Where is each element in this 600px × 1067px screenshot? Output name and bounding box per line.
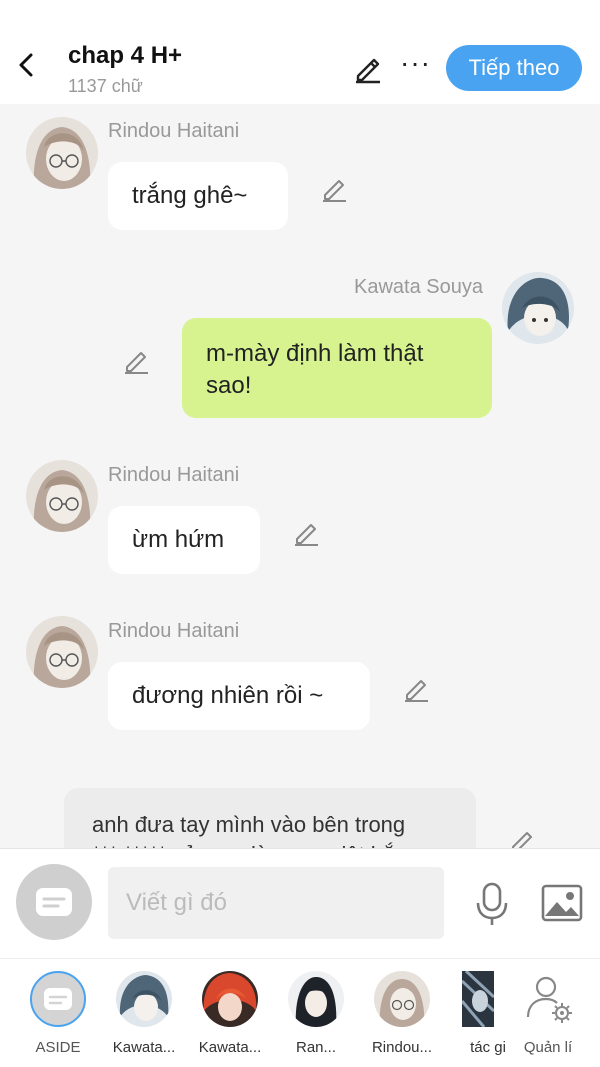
message-text-line: sao! xyxy=(206,372,252,399)
back-arrow-icon[interactable] xyxy=(14,50,40,80)
character-kawata-1[interactable]: Kawata... xyxy=(106,971,178,1061)
avatar-rindou[interactable] xyxy=(26,117,98,189)
sender-name: Rindou Haitani xyxy=(108,120,240,142)
chat-bubble-icon xyxy=(36,888,72,916)
composer-bar xyxy=(0,848,600,958)
message-text: trắng ghê~ xyxy=(132,182,248,209)
character-label: ASIDE xyxy=(35,1039,81,1056)
chat-area[interactable]: Rindou Haitani trắng ghê~ Kawata Souya m… xyxy=(0,104,600,848)
aside-narration-bubble[interactable]: anh đưa tay mình vào bên trong *** *****… xyxy=(64,788,476,848)
avatar xyxy=(374,971,430,1027)
edit-message-icon[interactable] xyxy=(292,518,322,548)
message-input[interactable] xyxy=(108,867,444,939)
character-label: Kawata... xyxy=(112,1039,176,1056)
top-bar: chap 4 H+ 1137 chữ ··· Tiếp theo xyxy=(0,0,600,104)
aside-avatar xyxy=(30,971,86,1027)
next-button[interactable]: Tiếp theo xyxy=(446,45,582,91)
avatar-rindou[interactable] xyxy=(26,616,98,688)
message-bubble[interactable]: ừm hứm xyxy=(108,506,260,574)
avatar xyxy=(116,971,172,1027)
character-label: Kawata... xyxy=(198,1039,262,1056)
chat-bubble-icon xyxy=(44,988,72,1010)
character-label: Rindou... xyxy=(371,1039,433,1056)
manage-characters-button[interactable]: Quản lí xyxy=(510,971,582,1061)
edit-message-icon[interactable] xyxy=(402,674,432,704)
message-text-line: m-mày định làm thật xyxy=(206,340,424,367)
aside-text-line: anh đưa tay mình vào bên trong xyxy=(92,812,406,837)
avatar-rindou[interactable] xyxy=(26,460,98,532)
message-bubble[interactable]: đương nhiên rồi ~ xyxy=(108,662,370,730)
word-count: 1137 chữ xyxy=(68,76,143,96)
edit-message-icon[interactable] xyxy=(508,826,538,848)
aside-text-line: *** ***** của em làm em giật bắn xyxy=(92,840,448,848)
avatar xyxy=(288,971,344,1027)
character-aside[interactable]: ASIDE xyxy=(20,971,92,1061)
aside-mode-button[interactable] xyxy=(16,864,92,940)
character-kawata-2[interactable]: Kawata... xyxy=(192,971,264,1061)
edit-pen-icon[interactable] xyxy=(352,52,384,84)
character-ran[interactable]: Ran... xyxy=(278,971,350,1061)
more-options-icon[interactable]: ··· xyxy=(400,49,430,82)
message-text: ừm hứm xyxy=(132,526,225,553)
character-bar: ASIDE Kawata... Kawata... Ran... Rindou.… xyxy=(0,958,600,1067)
my-message-bubble[interactable]: m-mày định làm thật sao! xyxy=(182,318,492,418)
avatar-kawata[interactable] xyxy=(502,272,574,344)
message-text: đương nhiên rồi ~ xyxy=(132,682,324,709)
message-bubble[interactable]: trắng ghê~ xyxy=(108,162,288,230)
chapter-title: chap 4 H+ xyxy=(68,42,183,69)
character-label: Quản lí xyxy=(523,1039,573,1056)
user-settings-icon xyxy=(520,971,576,1027)
sender-name: Rindou Haitani xyxy=(108,464,240,486)
character-label: Ran... xyxy=(295,1039,337,1056)
microphone-icon[interactable] xyxy=(472,881,512,927)
image-icon[interactable] xyxy=(540,883,584,923)
edit-message-icon[interactable] xyxy=(122,346,152,376)
sender-name: Kawata Souya xyxy=(354,276,483,298)
character-rindou[interactable]: Rindou... xyxy=(364,971,436,1061)
sender-name: Rindou Haitani xyxy=(108,620,240,642)
avatar xyxy=(462,971,494,1027)
edit-message-icon[interactable] xyxy=(320,174,350,204)
avatar xyxy=(202,971,258,1027)
